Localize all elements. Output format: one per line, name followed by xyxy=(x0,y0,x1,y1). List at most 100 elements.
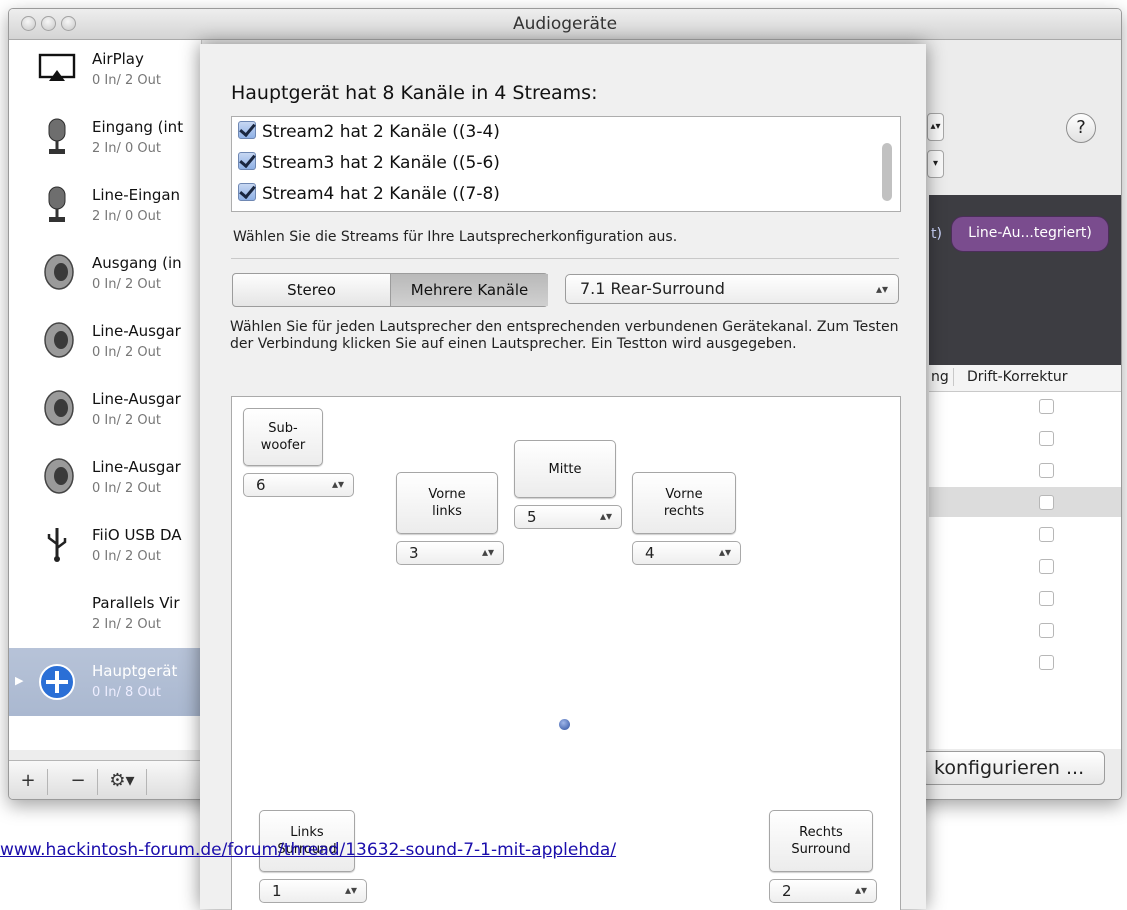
microphone-icon xyxy=(37,184,77,224)
speaker-icon xyxy=(37,456,77,496)
popup-arrows-icon: ▴▾ xyxy=(481,545,494,559)
stereo-segment[interactable]: Stereo xyxy=(233,274,390,306)
subdevice-table-header: ng Drift-Korrektur xyxy=(929,365,1121,392)
source-url-watermark[interactable]: www.hackintosh-forum.de/forum/thread/136… xyxy=(0,840,616,860)
column-drift-correction-header: Drift-Korrektur xyxy=(967,369,1068,385)
device-list: AirPlay 0 In/ 2 Out Eingang (int 2 In/ 0 Ou… xyxy=(9,40,202,750)
speaker-front-left[interactable]: Vorne links xyxy=(396,472,498,534)
device-list-item[interactable]: Line-Eingan 2 In/ 0 Out xyxy=(9,176,201,244)
subdevice-table xyxy=(929,365,1121,749)
column-output-header: ng xyxy=(931,369,949,385)
stream-list-scrollbar[interactable] xyxy=(882,143,892,201)
popup-arrows-icon: ▴▾ xyxy=(344,883,357,897)
drift-correction-checkbox[interactable] xyxy=(1039,399,1054,414)
speaker-icon xyxy=(37,320,77,360)
stream-label: Stream2 hat 2 Kanäle ((3-4) xyxy=(262,122,500,142)
speaker-config-value: 7.1 Rear-Surround xyxy=(580,279,725,298)
center-channel-popup[interactable]: 5 ▴▾ xyxy=(514,505,622,529)
device-name: Eingang (int xyxy=(92,118,184,136)
speaker-center[interactable]: Mitte xyxy=(514,440,616,498)
help-button[interactable]: ? xyxy=(1066,113,1096,143)
device-list-item[interactable]: Ausgang (in 0 In/ 2 Out xyxy=(9,244,201,312)
airplay-icon xyxy=(37,48,77,88)
device-name: Line-Ausgar xyxy=(92,322,181,340)
stream-list: Stream2 hat 2 Kanäle ((3-4) Stream3 hat … xyxy=(231,116,901,212)
device-name: FiiO USB DA xyxy=(92,526,182,544)
stream-row[interactable]: Stream4 hat 2 Kanäle ((7-8) xyxy=(238,179,500,209)
configure-speakers-button[interactable]: konfigurieren ... xyxy=(921,751,1105,785)
title-bar: Audiogeräte xyxy=(9,9,1121,40)
mode-segmented-control: Stereo Mehrere Kanäle xyxy=(232,273,548,307)
channel-pill[interactable]: Line-Au...tegriert) xyxy=(951,216,1109,252)
device-list-item[interactable]: Eingang (int 2 In/ 0 Out xyxy=(9,108,201,176)
front-left-channel-popup[interactable]: 3 ▴▾ xyxy=(396,541,504,565)
disclosure-triangle-icon[interactable]: ▶ xyxy=(15,674,23,687)
device-io-count: 0 In/ 2 Out xyxy=(92,481,161,496)
add-device-button[interactable]: + xyxy=(9,769,48,795)
device-name: Line-Eingan xyxy=(92,186,181,204)
device-list-item[interactable]: FiiO USB DA 0 In/ 2 Out xyxy=(9,516,201,584)
usb-icon xyxy=(37,524,77,564)
microphone-icon xyxy=(37,116,77,156)
device-io-count: 0 In/ 2 Out xyxy=(92,73,161,88)
device-io-count: 2 In/ 0 Out xyxy=(92,209,161,224)
drift-correction-checkbox[interactable] xyxy=(1039,623,1054,638)
popup-arrows-icon: ▴▾ xyxy=(854,883,867,897)
stepper-arrows-icon[interactable]: ▴▾ xyxy=(927,113,944,141)
speaker-rear-right[interactable]: Rechts Surround xyxy=(769,810,873,872)
drift-correction-checkbox[interactable] xyxy=(1039,655,1054,670)
stream-label: Stream4 hat 2 Kanäle ((7-8) xyxy=(262,184,500,204)
divider xyxy=(231,258,899,259)
device-list-item[interactable]: ▶ Hauptgerät 0 In/ 8 Out xyxy=(9,648,201,716)
stream-row[interactable]: Stream3 hat 2 Kanäle ((5-6) xyxy=(238,148,500,178)
device-io-count: 0 In/ 2 Out xyxy=(92,413,161,428)
stream-checkbox[interactable] xyxy=(238,152,256,170)
drift-correction-checkbox[interactable] xyxy=(1039,495,1054,510)
drift-correction-checkbox[interactable] xyxy=(1039,431,1054,446)
multichannel-segment[interactable]: Mehrere Kanäle xyxy=(390,274,548,306)
subwoofer-channel-popup[interactable]: 6 ▴▾ xyxy=(243,473,354,497)
device-list-item[interactable]: Parallels Vir 2 In/ 2 Out xyxy=(9,584,201,652)
drift-correction-checkbox[interactable] xyxy=(1039,527,1054,542)
popup-arrows-icon: ▴▾ xyxy=(331,477,344,491)
drift-correction-checkbox[interactable] xyxy=(1039,591,1054,606)
speaker-hint: Wählen Sie für jeden Lautsprecher den en… xyxy=(230,319,899,352)
listener-position-icon xyxy=(559,719,570,730)
speaker-front-right[interactable]: Vorne rechts xyxy=(632,472,736,534)
sheet-title: Hauptgerät hat 8 Kanäle in 4 Streams: xyxy=(231,82,598,104)
device-name: Ausgang (in xyxy=(92,254,182,272)
device-name: Line-Ausgar xyxy=(92,390,181,408)
remove-device-button[interactable]: − xyxy=(59,769,98,795)
device-list-item[interactable]: AirPlay 0 In/ 2 Out xyxy=(9,40,201,108)
popup-arrow-icon[interactable]: ▾ xyxy=(927,150,944,178)
drift-correction-checkbox[interactable] xyxy=(1039,463,1054,478)
speaker-config-sheet: Hauptgerät hat 8 Kanäle in 4 Streams: St… xyxy=(200,44,926,910)
table-row-highlight xyxy=(929,487,1121,517)
device-list-item[interactable]: Line-Ausgar 0 In/ 2 Out xyxy=(9,448,201,516)
rear-left-channel-popup[interactable]: 1 ▴▾ xyxy=(259,879,367,903)
stream-label: Stream3 hat 2 Kanäle ((5-6) xyxy=(262,153,500,173)
window-title: Audiogeräte xyxy=(512,14,618,34)
device-list-item[interactable]: Line-Ausgar 0 In/ 2 Out xyxy=(9,312,201,380)
speaker-layout-panel: Sub- woofer 6 ▴▾ Vorne links 3 ▴▾ Mitte 5 ▴… xyxy=(231,396,901,910)
stream-row[interactable]: Stream2 hat 2 Kanäle ((3-4) xyxy=(238,117,500,147)
gear-menu-button[interactable]: ⚙▾ xyxy=(98,769,147,795)
rear-right-channel-popup[interactable]: 2 ▴▾ xyxy=(769,879,877,903)
drift-correction-checkbox[interactable] xyxy=(1039,559,1054,574)
device-name: AirPlay xyxy=(92,50,144,68)
device-name: Line-Ausgar xyxy=(92,458,181,476)
popup-arrows-icon: ▴▾ xyxy=(599,509,612,523)
device-io-count: 0 In/ 8 Out xyxy=(92,685,161,700)
stream-hint: Wählen Sie die Streams für Ihre Lautspre… xyxy=(233,229,678,245)
stream-checkbox[interactable] xyxy=(238,183,256,201)
device-io-count: 2 In/ 2 Out xyxy=(92,617,161,632)
channel-pill-prefix: t) xyxy=(931,226,942,242)
popup-arrows-icon: ▴▾ xyxy=(875,282,888,296)
stream-checkbox[interactable] xyxy=(238,121,256,139)
speaker-subwoofer[interactable]: Sub- woofer xyxy=(243,408,323,466)
front-right-channel-popup[interactable]: 4 ▴▾ xyxy=(632,541,741,565)
aggregate-plus-icon xyxy=(37,662,77,702)
device-list-item[interactable]: Line-Ausgar 0 In/ 2 Out xyxy=(9,380,201,448)
device-io-count: 2 In/ 0 Out xyxy=(92,141,161,156)
speaker-config-popup[interactable]: 7.1 Rear-Surround ▴▾ xyxy=(565,274,899,304)
